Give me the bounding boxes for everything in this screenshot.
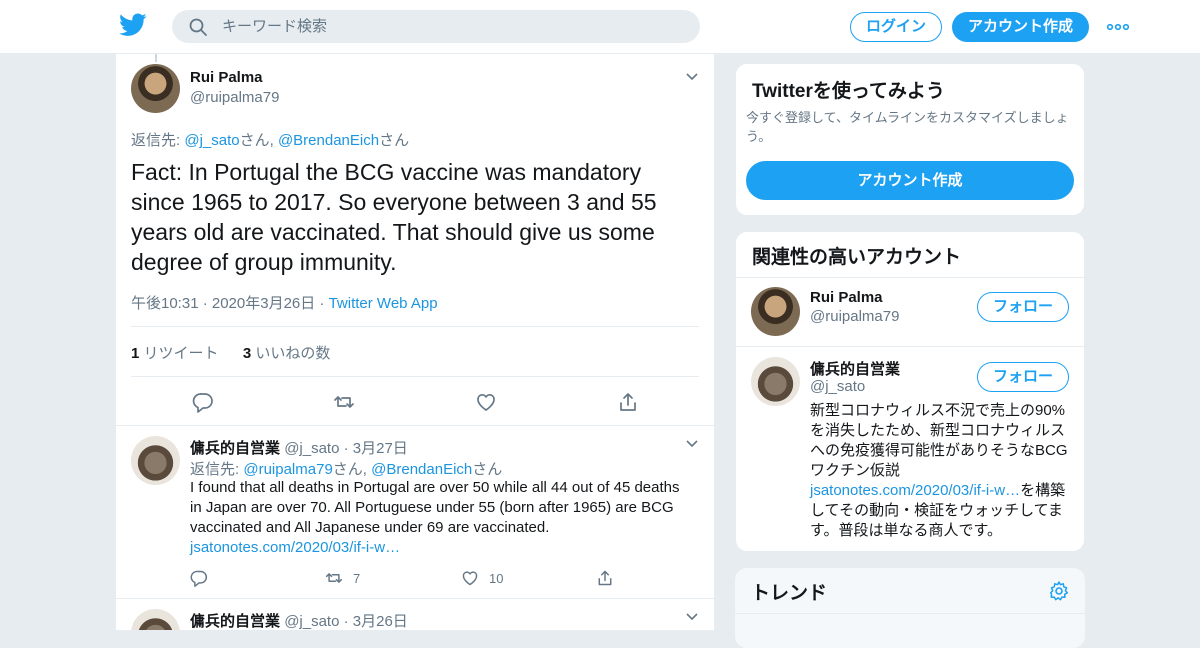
- timestamp-text[interactable]: 午後10:31 · 2020年3月26日 ·: [131, 295, 329, 312]
- retweet-label[interactable]: リツイート: [139, 345, 219, 362]
- search-box[interactable]: [172, 10, 700, 43]
- like-label[interactable]: いいねの数: [251, 345, 330, 362]
- like-action[interactable]: 10: [461, 569, 503, 587]
- like-icon[interactable]: [461, 569, 479, 587]
- signup-card-title: Twitterを使ってみよう: [752, 81, 945, 102]
- reply-suffix: さん: [379, 132, 410, 149]
- share-action[interactable]: [596, 569, 614, 587]
- account-bio: 新型コロナウィルス不況で売上の90%を消失したため、新型コロナウィルスへの免疫獲…: [810, 401, 1072, 541]
- more-options-icon[interactable]: [1106, 20, 1130, 34]
- reply-icon[interactable]: [190, 569, 208, 587]
- tweet-separator: [116, 425, 714, 426]
- retweet-icon[interactable]: [325, 569, 343, 587]
- signup-card: Twitterを使ってみよう 今すぐ登録して、タイムラインをカスタマイズしましょ…: [735, 63, 1085, 216]
- tweet-stats: 1 リツイート 3 いいねの数: [131, 342, 330, 363]
- like-icon[interactable]: [475, 391, 497, 413]
- signup-button[interactable]: アカウント作成: [952, 12, 1089, 42]
- trends-title: トレンド: [751, 583, 828, 604]
- tweet-author-name[interactable]: Rui Palma: [190, 69, 263, 86]
- mention-link[interactable]: @BrendanEich: [278, 132, 379, 149]
- tweet-separator: [116, 598, 714, 599]
- mention-link[interactable]: @ruipalma79: [243, 461, 332, 478]
- reply-icon[interactable]: [192, 391, 214, 413]
- tweet-thread-column: Rui Palma @ruipalma79 返信先: @j_satoさん, @B…: [115, 54, 715, 630]
- tweet-source-link[interactable]: Twitter Web App: [329, 295, 438, 312]
- chevron-down-icon[interactable]: [685, 72, 699, 82]
- chevron-down-icon[interactable]: [685, 439, 699, 449]
- reply-author-handle[interactable]: @j_sato: [284, 440, 339, 457]
- reply-author-name[interactable]: 傭兵的自営業: [190, 613, 280, 630]
- reply-prefix: 返信先:: [131, 132, 185, 149]
- reply-author-name[interactable]: 傭兵的自営業: [190, 440, 280, 457]
- divider: [131, 376, 699, 377]
- account-handle[interactable]: @ruipalma79: [810, 308, 899, 325]
- retweet-count: 7: [353, 570, 361, 586]
- chevron-down-icon[interactable]: [685, 612, 699, 622]
- divider: [735, 613, 1085, 614]
- reply-action[interactable]: [190, 569, 208, 587]
- share-icon[interactable]: [596, 569, 614, 587]
- mention-link[interactable]: @j_sato: [184, 132, 239, 149]
- avatar[interactable]: [131, 436, 180, 485]
- signup-card-button[interactable]: アカウント作成: [746, 161, 1074, 200]
- reply-header: 傭兵的自営業 @j_sato · 3月27日: [190, 437, 408, 458]
- tweet-author-handle[interactable]: @ruipalma79: [190, 89, 279, 106]
- reply-to-line: 返信先: @ruipalma79さん, @BrendanEichさん: [190, 458, 502, 479]
- reply-body: I found that all deaths in Portugal are …: [190, 479, 680, 536]
- account-handle[interactable]: @j_sato: [810, 378, 865, 395]
- avatar[interactable]: [751, 357, 800, 406]
- trends-card: トレンド: [735, 568, 1085, 648]
- related-accounts-title: 関連性の高いアカウント: [752, 247, 962, 268]
- avatar[interactable]: [751, 287, 800, 336]
- reply-author-handle[interactable]: @j_sato: [284, 613, 339, 630]
- divider: [736, 346, 1084, 347]
- like-count[interactable]: 3: [243, 345, 251, 362]
- thread-connector-line: [155, 54, 157, 62]
- account-name[interactable]: Rui Palma: [810, 289, 883, 306]
- bio-text: 新型コロナウィルス不況で売上の90%を消失したため、新型コロナウィルスへの免疫獲…: [810, 402, 1068, 479]
- twitter-bird-icon[interactable]: [119, 13, 147, 37]
- bio-link[interactable]: jsatonotes.com/2020/03/if-i-w…: [810, 482, 1020, 499]
- tweet-timestamp: 午後10:31 · 2020年3月26日 · Twitter Web App: [131, 292, 438, 313]
- reply-date[interactable]: · 3月27日: [339, 440, 408, 457]
- divider: [131, 326, 699, 327]
- external-link[interactable]: jsatonotes.com/2020/03/if-i-w…: [190, 539, 400, 556]
- reply-date[interactable]: · 3月26日: [339, 613, 408, 630]
- reply-to-line: 返信先: @j_satoさん, @BrendanEichさん: [131, 129, 409, 150]
- avatar[interactable]: [131, 64, 180, 113]
- reply-separator: さん,: [239, 132, 278, 149]
- follow-button[interactable]: フォロー: [977, 292, 1069, 322]
- share-icon[interactable]: [617, 391, 639, 413]
- search-icon: [189, 18, 207, 36]
- retweet-action[interactable]: 7: [325, 569, 360, 587]
- account-name[interactable]: 傭兵的自営業: [810, 358, 900, 379]
- follow-button[interactable]: フォロー: [977, 362, 1069, 392]
- mention-link[interactable]: @BrendanEich: [371, 461, 472, 478]
- reply-header: 傭兵的自営業 @j_sato · 3月26日: [190, 610, 408, 630]
- like-count: 10: [489, 570, 504, 586]
- reply-prefix: 返信先:: [190, 461, 244, 478]
- gear-icon[interactable]: [1048, 580, 1070, 602]
- reply-suffix: さん: [472, 461, 503, 478]
- avatar[interactable]: [131, 609, 180, 630]
- related-accounts-card: 関連性の高いアカウント Rui Palma @ruipalma79 フォロー 傭…: [735, 231, 1085, 552]
- divider: [736, 277, 1084, 278]
- retweet-icon[interactable]: [333, 391, 355, 413]
- signup-card-subtitle: 今すぐ登録して、タイムラインをカスタマイズしましょう。: [746, 110, 1069, 144]
- reply-separator: さん,: [332, 461, 372, 478]
- reply-text: I found that all deaths in Portugal are …: [190, 478, 690, 558]
- tweet-text: Fact: In Portugal the BCG vaccine was ma…: [131, 159, 657, 275]
- search-input[interactable]: [222, 10, 682, 43]
- top-navigation-bar: ログイン アカウント作成: [0, 0, 1200, 54]
- login-button[interactable]: ログイン: [850, 12, 942, 42]
